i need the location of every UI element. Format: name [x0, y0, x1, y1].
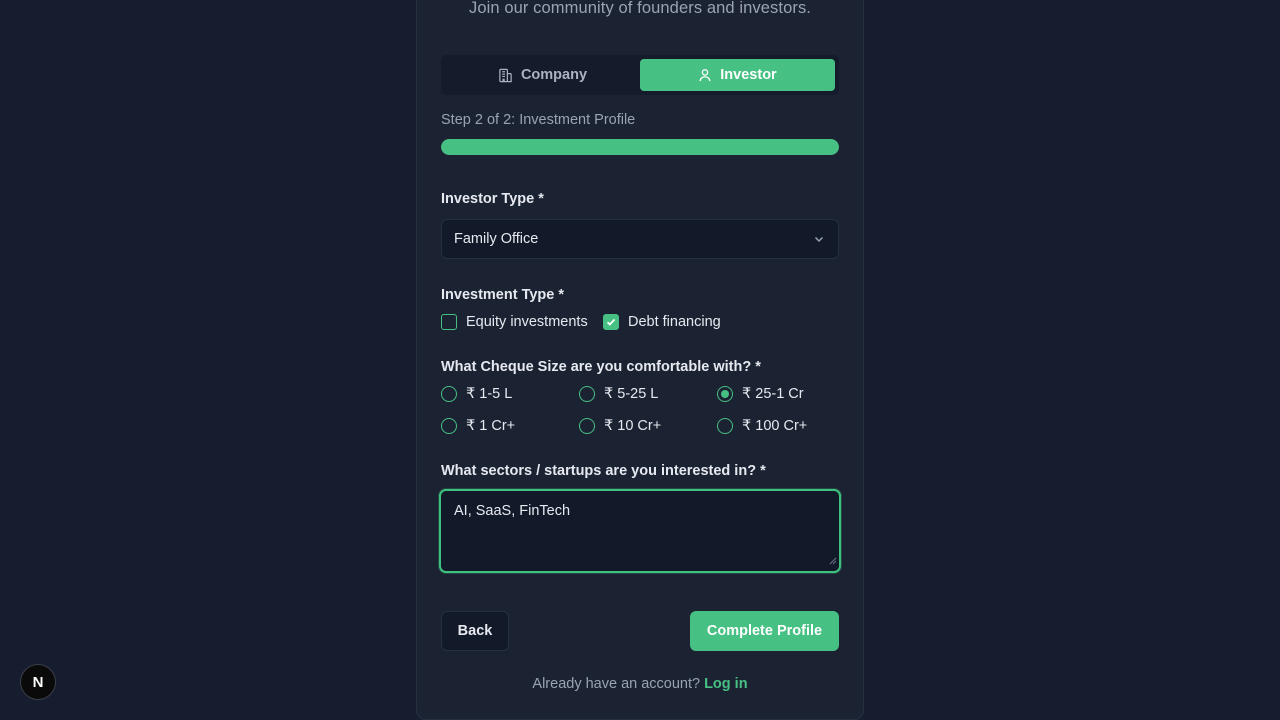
- cheque-option-10cr-plus[interactable]: ₹ 10 Cr+: [579, 418, 661, 434]
- investment-type-label: Investment Type *: [441, 287, 565, 303]
- cheque-option-25-1cr[interactable]: ₹ 25-1 Cr: [717, 386, 804, 402]
- resize-handle-icon[interactable]: [829, 553, 837, 569]
- radio-dot: [721, 390, 729, 398]
- tab-company-label: Company: [520, 67, 588, 83]
- radio-button[interactable]: [717, 386, 733, 402]
- badge-letter: N: [33, 674, 44, 691]
- login-prompt: Already have an account? Log in: [416, 676, 864, 692]
- radio-button[interactable]: [441, 386, 457, 402]
- cheque-option-label: ₹ 100 Cr+: [742, 418, 808, 434]
- radio-button[interactable]: [717, 418, 733, 434]
- sectors-textarea[interactable]: AI, SaaS, FinTech: [439, 489, 841, 573]
- cheque-size-label: What Cheque Size are you comfortable wit…: [441, 359, 761, 375]
- sectors-value: AI, SaaS, FinTech: [454, 503, 571, 519]
- tab-company[interactable]: Company: [445, 59, 640, 91]
- investor-type-value: Family Office: [454, 231, 539, 247]
- equity-investments-label: Equity investments: [466, 314, 588, 330]
- role-toggle: Company Investor: [441, 55, 839, 95]
- tab-investor-label: Investor: [720, 67, 777, 83]
- cheque-option-label: ₹ 25-1 Cr: [742, 386, 804, 402]
- user-icon: [698, 68, 712, 82]
- radio-button[interactable]: [579, 418, 595, 434]
- investor-type-label: Investor Type *: [441, 191, 544, 207]
- login-prompt-text: Already have an account?: [532, 676, 701, 692]
- cheque-option-5-25l[interactable]: ₹ 5-25 L: [579, 386, 658, 402]
- radio-button[interactable]: [579, 386, 595, 402]
- chevron-down-icon: [813, 233, 825, 249]
- complete-profile-button[interactable]: Complete Profile: [690, 611, 839, 651]
- back-button[interactable]: Back: [441, 611, 509, 651]
- cheque-option-label: ₹ 1-5 L: [466, 386, 513, 402]
- login-link[interactable]: Log in: [704, 676, 748, 692]
- building-icon: [498, 68, 513, 83]
- cheque-option-label: ₹ 10 Cr+: [604, 418, 662, 434]
- checkbox-box[interactable]: [441, 314, 457, 330]
- debt-financing-checkbox[interactable]: Debt financing: [603, 314, 721, 330]
- equity-investments-checkbox[interactable]: Equity investments: [441, 314, 588, 330]
- cheque-option-label: ₹ 5-25 L: [604, 386, 659, 402]
- progress-bar: [441, 139, 839, 155]
- sectors-label: What sectors / startups are you interest…: [441, 463, 766, 479]
- cheque-option-100cr-plus[interactable]: ₹ 100 Cr+: [717, 418, 807, 434]
- tab-investor[interactable]: Investor: [640, 59, 835, 91]
- step-indicator: Step 2 of 2: Investment Profile: [441, 112, 636, 128]
- cheque-option-1cr-plus[interactable]: ₹ 1 Cr+: [441, 418, 515, 434]
- radio-button[interactable]: [441, 418, 457, 434]
- cheque-option-1-5l[interactable]: ₹ 1-5 L: [441, 386, 512, 402]
- progress-fill: [441, 139, 839, 155]
- investor-type-select[interactable]: Family Office: [441, 219, 839, 259]
- debt-financing-label: Debt financing: [628, 314, 721, 330]
- page-subtitle: Join our community of founders and inves…: [468, 0, 811, 17]
- checkbox-box[interactable]: [603, 314, 619, 330]
- nextjs-badge-icon[interactable]: N: [20, 664, 56, 700]
- cheque-option-label: ₹ 1 Cr+: [466, 418, 516, 434]
- checkmark-icon: [606, 318, 616, 326]
